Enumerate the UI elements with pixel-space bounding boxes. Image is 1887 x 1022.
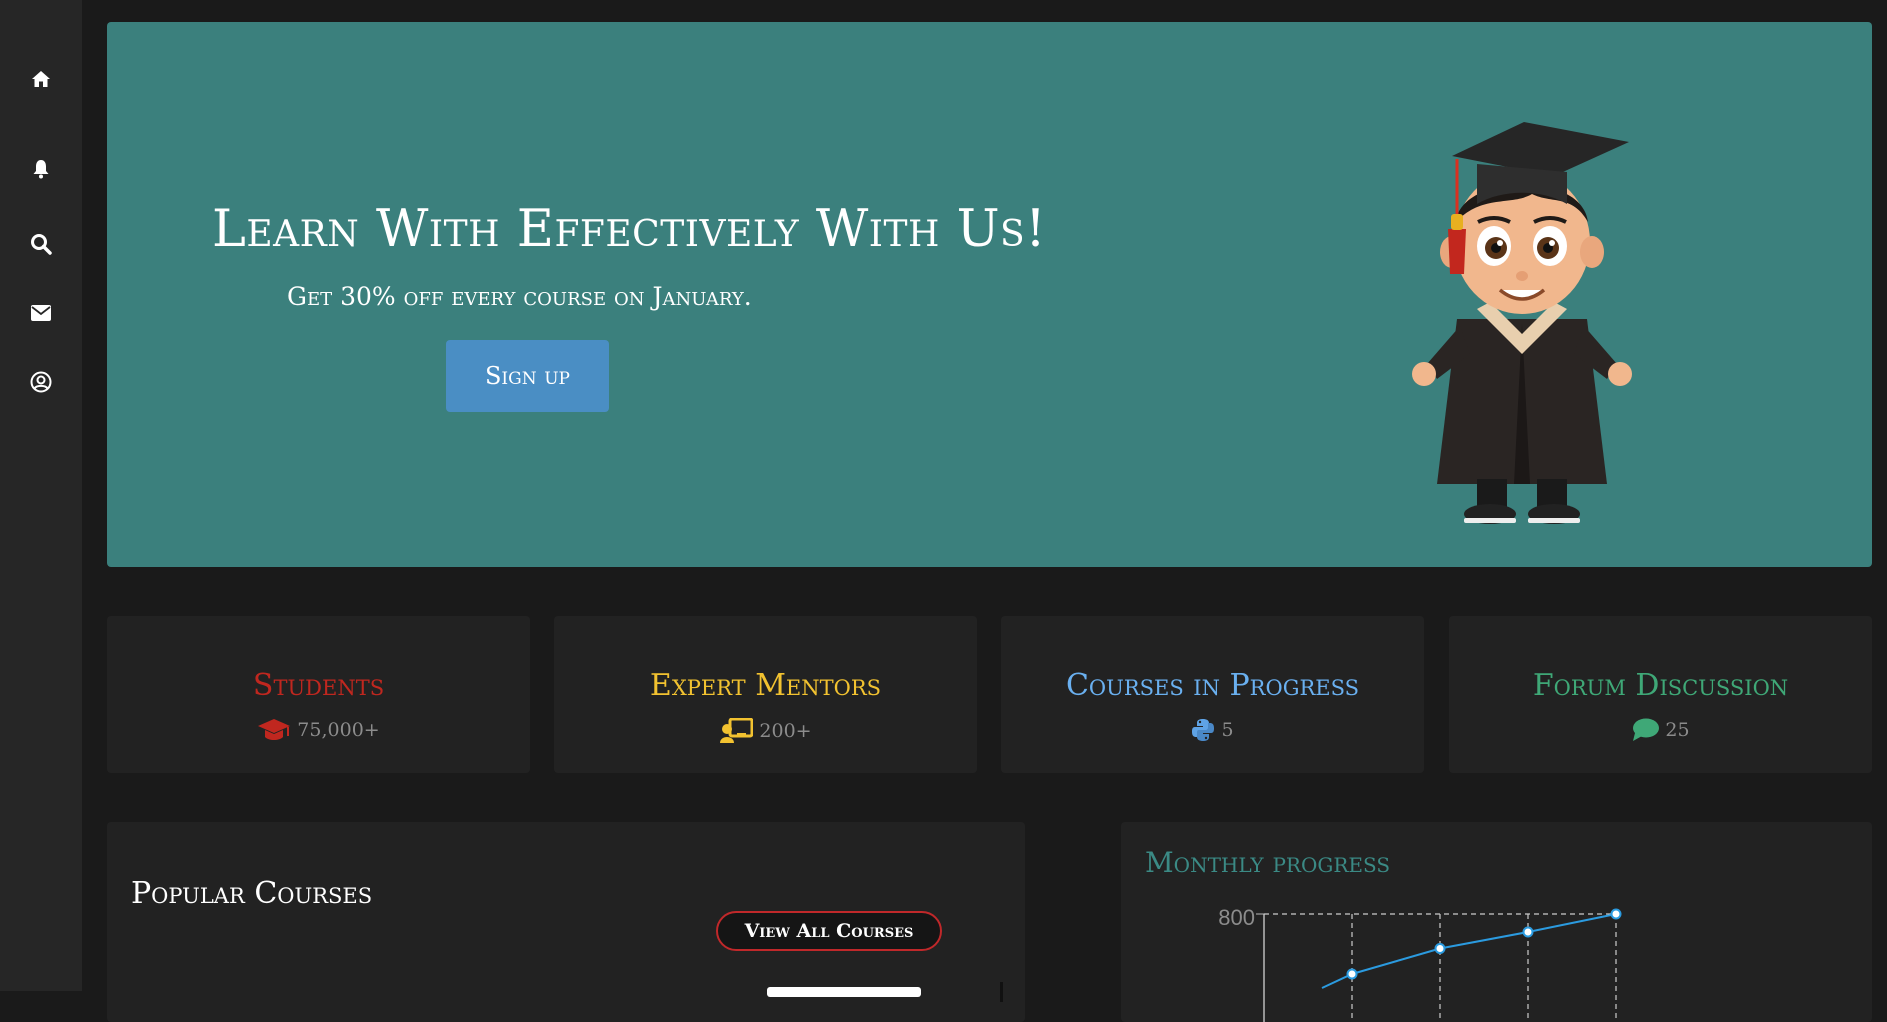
stat-title: Courses in Progress [1065,668,1360,703]
stat-card-mentors: Expert Mentors 200+ [554,616,977,773]
monthly-progress-chart: 800 [1218,905,1622,1022]
stat-title: Students [252,668,385,703]
bell-icon[interactable] [29,157,53,181]
stat-card-courses-in-progress: Courses in Progress 5 [1001,616,1424,773]
stat-value: 200+ [759,720,812,742]
chalkboard-teacher-icon [720,718,754,743]
comment-icon [1633,718,1660,741]
sidebar [0,0,82,991]
view-all-courses-button[interactable]: View All Courses [716,911,942,951]
search-icon[interactable] [29,232,53,256]
mail-icon[interactable] [29,301,53,325]
stat-value: 5 [1221,719,1234,741]
stat-value: 25 [1665,719,1690,741]
data-point [1522,926,1534,938]
hero-subtitle: Get 30% off every course on January. [287,282,752,311]
series-line [1321,913,1617,989]
stat-title: Forum Discussion [1532,668,1789,703]
home-icon[interactable] [29,67,53,91]
graduation-cap-icon [258,719,291,740]
data-point [1434,943,1446,954]
python-icon [1192,719,1215,741]
stat-title: Expert Mentors [649,668,882,703]
user-circle-icon[interactable] [29,370,53,394]
course-card-edge [767,987,921,997]
popular-courses-title: Popular Courses [131,876,373,911]
stat-card-students: Students 75,000+ [107,616,530,773]
graduate-mascot-image [1412,122,1632,524]
stat-card-forum-discussion: Forum Discussion 25 [1449,616,1872,773]
hero-banner: Learn With Effectively With Us! Get 30% … [107,22,1872,567]
signup-button[interactable]: Sign up [446,340,609,412]
stat-value: 75,000+ [297,719,380,741]
scroll-marker [1000,982,1003,1002]
monthly-progress-panel: Monthly progress 800 [1121,822,1872,1022]
data-point [1346,968,1358,980]
popular-courses-panel: Popular Courses View All Courses [107,822,1025,1022]
y-tick-label: 800 [1218,905,1255,930]
hero-title: Learn With Effectively With Us! [212,200,1047,259]
data-point [1610,908,1622,920]
